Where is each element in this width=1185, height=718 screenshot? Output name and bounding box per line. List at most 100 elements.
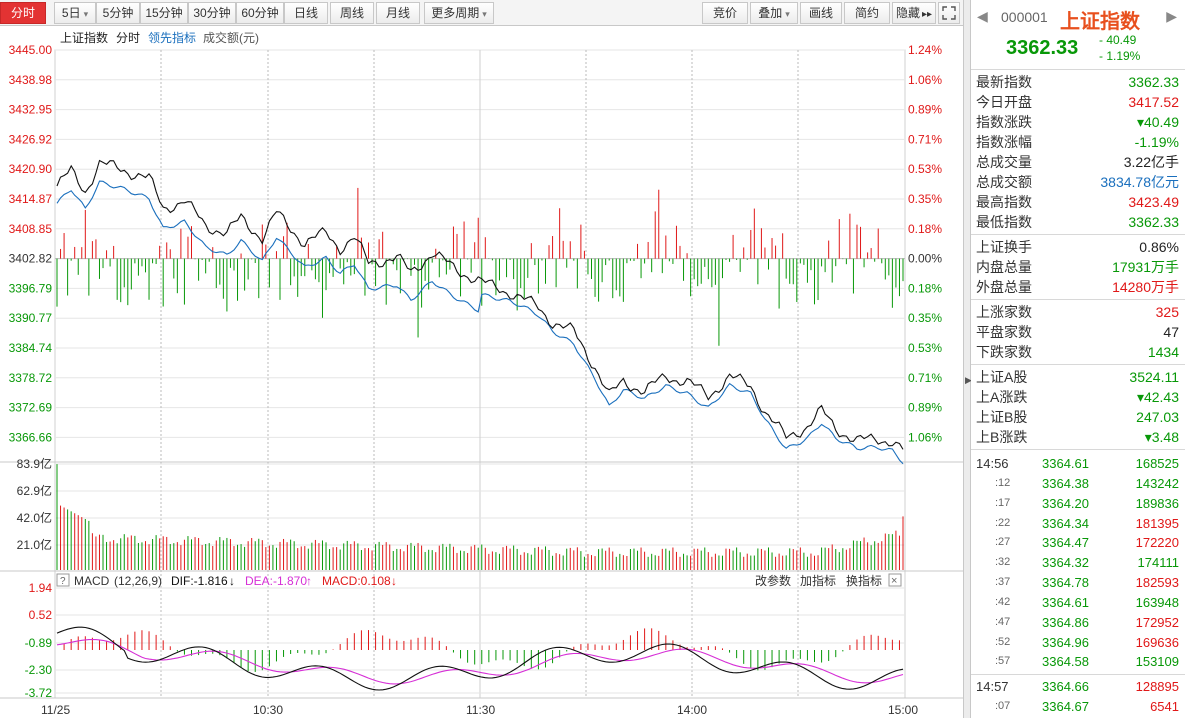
stat-row: 外盘总量 14280万手 [971,277,1185,297]
fullscreen-icon[interactable] [938,2,960,24]
tick-row[interactable]: :52 3364.96 169636 [971,633,1185,653]
stat-label: 上证B股 [976,409,1028,425]
tool-button-3[interactable]: 简约 [844,2,890,24]
tick-row[interactable]: 14:57 3364.66 128895 [971,677,1185,697]
tab-period-1[interactable]: 5日 [54,2,96,24]
price-change-pct: - 1.19% [1099,49,1141,63]
tick-volume: 172220 [1135,535,1179,551]
tool-button-0[interactable]: 竞价 [702,2,748,24]
tab-period-7[interactable]: 周线 [330,2,374,24]
stat-value: ▾42.43 [1136,389,1179,405]
next-stock-icon[interactable]: ▶ [1166,8,1177,25]
tick-price: 3364.20 [1042,495,1089,511]
tick-row[interactable]: :27 3364.47 172220 [971,533,1185,553]
tick-row[interactable]: :37 3364.78 182593 [971,573,1185,593]
tick-volume: 181395 [1135,515,1179,531]
period-toolbar: 分时 5日5分钟15分钟30分钟60分钟日线周线月线更多周期 竞价叠加画线简约隐藏▸… [0,0,963,26]
stat-row: 上A涨跌 ▾42.43 [971,387,1185,407]
tick-row[interactable]: :07 3364.67 6541 [971,697,1185,717]
tick-row[interactable]: :47 3364.86 172952 [971,613,1185,633]
macd-dif-arrow: ↓ [229,574,235,588]
tick-price: 3364.34 [1042,515,1089,531]
stock-name: 上证指数 [1060,11,1140,33]
stat-label: 最新指数 [976,74,1032,90]
tick-time: :32 [995,556,1011,569]
macd-dea: DEA:-1.870 [245,574,307,588]
volume-axis-label: 62.9亿 [17,483,52,498]
stat-value: 3362.33 [1128,74,1179,90]
tool-button-2[interactable]: 画线 [800,2,842,24]
tick-volume: 128895 [1135,679,1179,695]
pct-axis-label: 0.89% [908,401,942,415]
stat-value: 3423.49 [1128,194,1179,210]
chart-header-period: 分时 [116,31,140,45]
tool-button-4[interactable]: 隐藏 ▸▸ [892,2,936,24]
tab-period-0[interactable]: 分时 [0,2,46,24]
pct-axis-label: 0.35% [908,192,942,206]
macd-axis-label: -3.72 [25,686,53,700]
stat-label: 今日开盘 [976,94,1032,110]
stat-value: 325 [1155,304,1179,320]
tick-list[interactable]: 14:56 3364.61 168525:12 3364.38 143242 :17 336… [971,450,1185,718]
tool-button-1[interactable]: 叠加 [750,2,798,24]
chart-area[interactable]: 上证指数 分时 领先指标 成交额(元) 3445.00 1.24% 3438.98 1.06%… [0,26,963,718]
chart-header-leading[interactable]: 领先指标 [148,30,196,45]
stat-label: 内盘总量 [976,259,1032,275]
tab-period-9[interactable]: 更多周期 [424,2,494,24]
stat-label: 总成交额 [976,174,1032,190]
tab-period-4[interactable]: 30分钟 [188,2,236,24]
stat-row: 上B涨跌 ▾3.48 [971,427,1185,447]
price-axis-label: 3390.77 [9,311,53,325]
time-axis-label: 11:30 [466,703,495,717]
tick-row[interactable]: :57 3364.58 153109 [971,652,1185,672]
stat-row: 上证A股 3524.11 [971,367,1185,387]
panel-divider[interactable]: ▶ [963,0,972,718]
switch-indicator-button[interactable]: 换指标 [846,573,882,588]
stat-row: 指数涨幅 -1.19% [971,132,1185,152]
stats-section: 上证换手 0.86% 内盘总量 17931万手 外盘总量 14280万手 [971,235,1185,300]
add-indicator-button[interactable]: 加指标 [800,573,836,588]
tab-period-5[interactable]: 60分钟 [236,2,284,24]
stats-section: 上证A股 3524.11 上A涨跌 ▾42.43 上证B股 247.03 上B涨跌 ▾3.48 [971,365,1185,450]
hide-arrows-icon: ▸▸ [921,9,933,20]
stat-label: 上证换手 [976,239,1032,255]
tab-period-6[interactable]: 日线 [284,2,328,24]
price-axis-label: 3396.79 [9,281,53,295]
stat-value: 3524.11 [1129,369,1179,385]
current-price: 3362.33 [1006,37,1079,59]
chart-header-index_name: 上证指数 [60,30,108,45]
stat-row: 最新指数 3362.33 [971,72,1185,92]
tick-time: :17 [995,496,1011,509]
tab-period-2[interactable]: 5分钟 [96,2,140,24]
change-params-button[interactable]: 改参数 [755,573,791,588]
stat-value: 247.03 [1136,409,1179,425]
stat-row: 最低指数 3362.33 [971,212,1185,232]
tick-row[interactable]: :17 3364.20 189836 [971,494,1185,514]
price-axis-label: 3445.00 [9,43,53,57]
tick-volume: 182593 [1135,575,1179,591]
prev-stock-icon[interactable]: ◀ [977,8,988,25]
chart-canvas[interactable]: 上证指数 分时 领先指标 成交额(元) 3445.00 1.24% 3438.98 1.06%… [0,26,963,718]
pct-axis-label: 1.06% [908,73,942,87]
tick-row[interactable]: :32 3364.32 174111 [971,553,1185,573]
tick-time: :52 [995,635,1011,648]
tick-price: 3364.58 [1042,654,1089,670]
tick-row[interactable]: :12 3364.38 143242 [971,474,1185,494]
price-axis-label: 3366.66 [9,430,53,444]
macd-params: (12,26,9) [114,574,162,588]
stat-row: 内盘总量 17931万手 [971,257,1185,277]
stat-value: 3834.78亿元 [1100,174,1179,190]
tick-volume: 189836 [1135,495,1179,511]
tab-period-8[interactable]: 月线 [376,2,420,24]
price-axis-label: 3414.87 [9,192,53,206]
tick-row[interactable]: :42 3364.61 163948 [971,593,1185,613]
stats-section: 上涨家数 325 平盘家数 47 下跌家数 1434 [971,300,1185,365]
stat-row: 下跌家数 1434 [971,342,1185,362]
pct-axis-label: 1.06% [908,430,942,444]
tick-row[interactable]: :22 3364.34 181395 [971,514,1185,534]
tab-period-3[interactable]: 15分钟 [140,2,188,24]
macd-axis-label: 0.52 [29,608,53,622]
tick-row[interactable]: 14:56 3364.61 168525 [971,454,1185,474]
stat-label: 最高指数 [976,194,1032,210]
time-axis-label: 15:00 [888,703,918,717]
